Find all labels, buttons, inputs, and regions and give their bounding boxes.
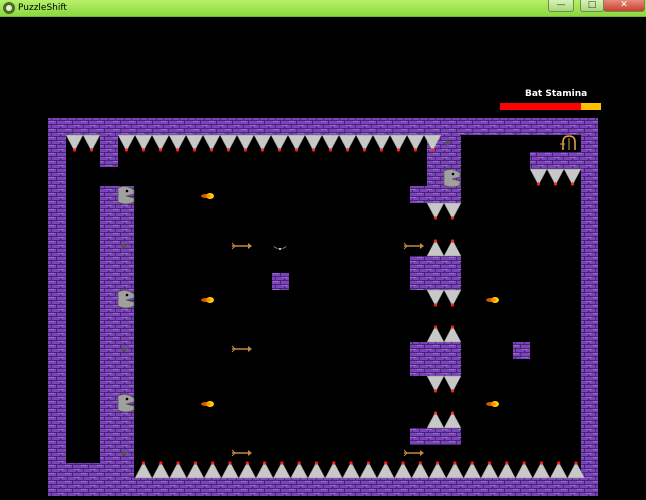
spike-tip [211, 461, 215, 465]
spike-tip [294, 148, 299, 152]
brick-wall [513, 342, 530, 359]
spike-tip [450, 239, 455, 243]
spike-tip [362, 148, 367, 152]
spike-tip [332, 461, 336, 465]
arrow-icon [403, 449, 424, 457]
spike-tip [384, 461, 388, 465]
spike-tip [570, 182, 575, 186]
arrow-icon [231, 345, 252, 353]
spike-tip [433, 239, 438, 243]
spike-tip [418, 461, 422, 465]
spike-tip [366, 461, 370, 465]
spike-tip [450, 389, 455, 393]
brick-wall [272, 273, 289, 290]
spike-tip [193, 461, 197, 465]
spike-tip [141, 461, 146, 465]
spike-tip [433, 411, 438, 415]
spike-tip [433, 389, 438, 393]
spike-tip [450, 325, 455, 329]
arrow-icon [231, 449, 252, 457]
brick-wall [100, 186, 134, 464]
spike-tip [539, 461, 544, 465]
spike-tip [124, 148, 129, 152]
spike-tip [159, 461, 163, 465]
spike-tip [450, 216, 455, 220]
spike-tip [536, 182, 541, 186]
spike-tip [433, 303, 438, 307]
brick-wall [48, 118, 598, 135]
spike-tip [260, 148, 265, 152]
bat-icon [273, 246, 287, 250]
spike-tip [470, 461, 474, 465]
spike-tip [311, 148, 316, 152]
brick-wall [48, 118, 66, 496]
spike-tip [557, 461, 561, 465]
fireball-icon [201, 193, 214, 199]
spike-tip [574, 461, 578, 465]
spike-tip [192, 148, 197, 152]
spike-tip [379, 148, 384, 152]
spike-tip [263, 461, 267, 465]
spike-tip [436, 461, 440, 465]
spike-tip [297, 461, 301, 465]
brick-wall [410, 256, 461, 290]
spike-tip [453, 461, 457, 465]
spike-tip [450, 411, 455, 415]
spike-tip [209, 148, 214, 152]
spike-tip [89, 148, 94, 152]
brick-wall [410, 342, 461, 376]
brick-wall [100, 135, 118, 167]
spike-tip [396, 148, 401, 152]
spike-tip [72, 148, 77, 152]
spike-tip [505, 461, 509, 465]
spike-tip [413, 148, 418, 152]
spike-tip [228, 461, 232, 465]
spike-tip [158, 148, 163, 152]
spikes [65, 134, 585, 479]
spike-tip [345, 148, 350, 152]
spike-tip [328, 148, 333, 152]
spike-tip [401, 461, 405, 465]
brick-wall [66, 463, 134, 478]
spike-tip [176, 461, 180, 465]
objects [117, 135, 576, 457]
brick-wall [48, 478, 598, 496]
brick-wall [581, 118, 598, 496]
exit-door-icon [560, 135, 576, 150]
brick-wall [530, 152, 581, 169]
spike-tip [280, 461, 284, 465]
spike-tip [450, 303, 455, 307]
spike-tip [522, 461, 526, 465]
arrow-icon [403, 242, 424, 250]
spike-tip [487, 461, 492, 465]
level-map [48, 118, 598, 496]
spike-tip [433, 216, 438, 220]
brick-wall [410, 428, 461, 445]
spike-tip [141, 148, 146, 152]
fireball-icon [201, 401, 214, 407]
fireball-icon [486, 401, 499, 407]
spike-tip [433, 325, 438, 329]
brick-wall [410, 186, 461, 203]
spike-tip [277, 148, 282, 152]
spike-tip [430, 148, 435, 152]
spike-tip [349, 461, 353, 465]
spike-tip [553, 182, 558, 186]
spike-tip [314, 461, 319, 465]
spike-tip [243, 148, 248, 152]
fireball-icon [486, 297, 499, 303]
spike-tip [175, 148, 180, 152]
fireball-icon [201, 297, 214, 303]
spike-tip [226, 148, 231, 152]
spike-tip [245, 461, 249, 465]
arrow-icon [231, 242, 252, 250]
